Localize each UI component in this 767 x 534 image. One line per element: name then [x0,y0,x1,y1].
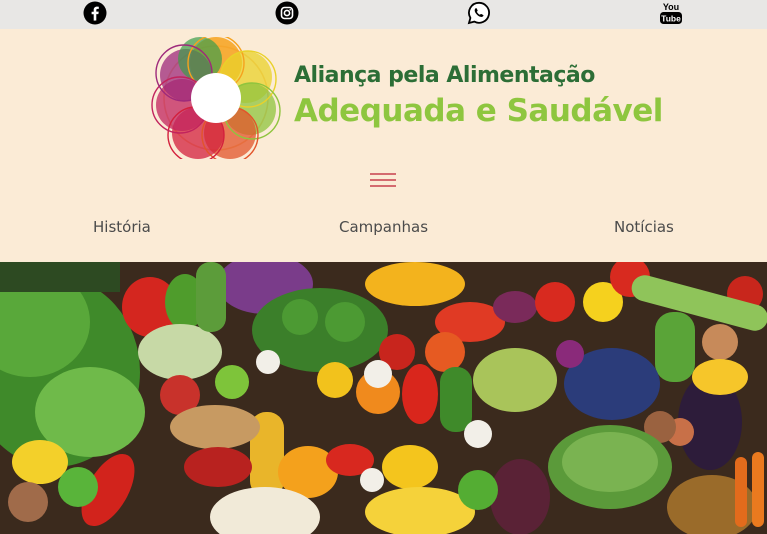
menu-bar [370,179,396,181]
menu-bar [370,185,396,187]
hamburger-menu-icon[interactable] [370,169,396,191]
social-bar: You Tube [0,0,767,29]
brand-title-line1: Aliança pela Alimentação [294,63,595,88]
nav-item-campanhas[interactable]: Campanhas [339,218,428,236]
vegetables-banner-image [0,262,767,534]
nav-item-historia[interactable]: História [93,218,151,236]
facebook-icon[interactable] [83,1,107,25]
svg-text:You: You [663,2,679,12]
nav-item-noticias[interactable]: Notícias [614,218,674,236]
whatsapp-icon[interactable] [467,1,491,25]
site-header: Aliança pela Alimentação Adequada e Saud… [0,29,767,262]
svg-text:Tube: Tube [661,13,681,23]
brand-title-line2: Adequada e Saudável [294,93,663,129]
instagram-icon[interactable] [275,1,299,25]
alianca-logo-icon[interactable] [150,37,282,159]
youtube-icon[interactable]: You Tube [659,1,683,25]
menu-bar [370,173,396,175]
